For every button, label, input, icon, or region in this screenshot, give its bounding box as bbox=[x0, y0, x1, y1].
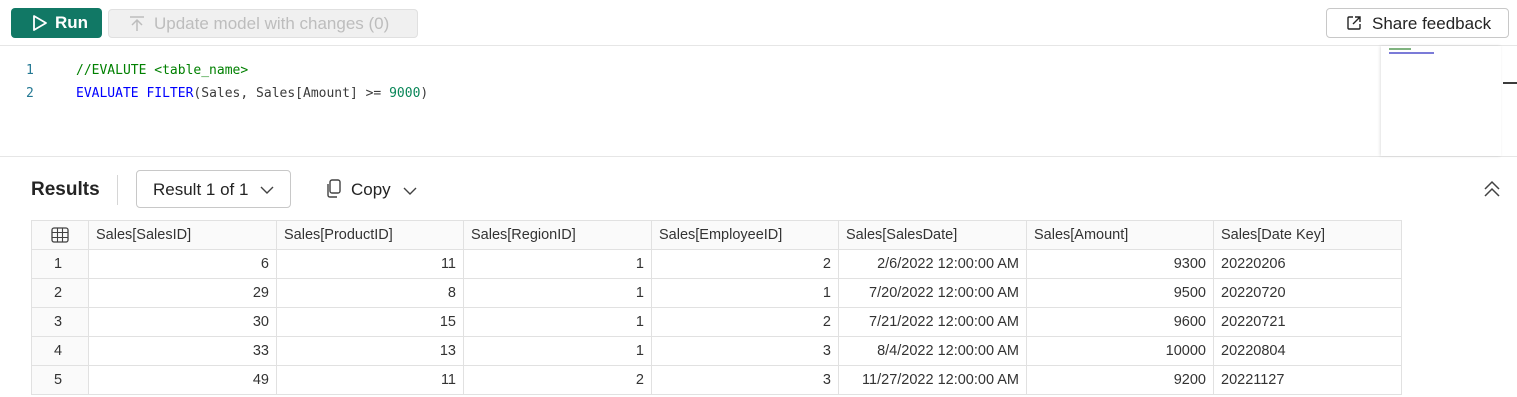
table-cell[interactable]: 20221127 bbox=[1213, 365, 1402, 395]
collapse-up-icon[interactable] bbox=[1482, 179, 1502, 199]
table-row[interactable]: 3 30 15 1 2 7/21/2022 12:00:00 AM 9600 20220721 bbox=[31, 307, 1402, 337]
column-header[interactable]: Sales[SalesID] bbox=[88, 220, 277, 250]
table-cell[interactable]: 20220721 bbox=[1213, 307, 1402, 337]
table-cell[interactable]: 1 bbox=[651, 278, 839, 308]
table-cell[interactable]: 13 bbox=[276, 336, 464, 366]
table-cell[interactable]: 8/4/2022 12:00:00 AM bbox=[838, 336, 1027, 366]
column-header[interactable]: Sales[Amount] bbox=[1026, 220, 1214, 250]
row-index: 5 bbox=[31, 365, 89, 395]
copy-label: Copy bbox=[351, 180, 391, 199]
table-header-row: Sales[SalesID] Sales[ProductID] Sales[Re… bbox=[31, 220, 1402, 250]
code-line[interactable]: //EVALUTE <table_name> bbox=[76, 60, 248, 82]
result-selector-dropdown[interactable]: Result 1 of 1 bbox=[136, 170, 291, 208]
chevron-down-icon bbox=[403, 187, 417, 195]
table-cell[interactable]: 15 bbox=[276, 307, 464, 337]
table-cell[interactable]: 10000 bbox=[1026, 336, 1214, 366]
minimap-line bbox=[1389, 52, 1434, 54]
share-feedback-button[interactable]: Share feedback bbox=[1326, 8, 1509, 38]
table-row[interactable]: 5 49 11 2 3 11/27/2022 12:00:00 AM 9200 2022112… bbox=[31, 365, 1402, 395]
table-cell[interactable]: 11 bbox=[276, 365, 464, 395]
results-header: Results Result 1 of 1 Copy bbox=[0, 157, 1517, 217]
table-cell[interactable]: 9200 bbox=[1026, 365, 1214, 395]
upload-icon bbox=[130, 16, 144, 31]
chevron-down-icon bbox=[260, 186, 274, 194]
line-number: 2 bbox=[26, 86, 34, 101]
divider bbox=[117, 175, 118, 205]
row-index: 3 bbox=[31, 307, 89, 337]
column-header[interactable]: Sales[SalesDate] bbox=[838, 220, 1027, 250]
minimap-line bbox=[1389, 48, 1411, 50]
table-cell[interactable]: 1 bbox=[463, 336, 652, 366]
table-cell[interactable]: 9600 bbox=[1026, 307, 1214, 337]
run-button[interactable]: Run bbox=[11, 8, 102, 38]
update-model-button[interactable]: Update model with changes (0) bbox=[108, 9, 418, 38]
row-index: 1 bbox=[31, 249, 89, 279]
table-cell[interactable]: 3 bbox=[651, 365, 839, 395]
table-cell[interactable]: 20220804 bbox=[1213, 336, 1402, 366]
table-cell[interactable]: 7/20/2022 12:00:00 AM bbox=[838, 278, 1027, 308]
copy-icon bbox=[327, 179, 341, 198]
table-cell[interactable]: 2 bbox=[651, 249, 839, 279]
table-row[interactable]: 1 6 11 1 2 2/6/2022 12:00:00 AM 9300 20220206 bbox=[31, 249, 1402, 279]
table-cell[interactable]: 30 bbox=[88, 307, 277, 337]
toolbar: Run Update model with changes (0) Share … bbox=[0, 0, 1517, 46]
share-feedback-label: Share feedback bbox=[1372, 14, 1492, 33]
table-cell[interactable]: 9300 bbox=[1026, 249, 1214, 279]
table-cell[interactable]: 6 bbox=[88, 249, 277, 279]
table-row[interactable]: 2 29 8 1 1 7/20/2022 12:00:00 AM 9500 20220720 bbox=[31, 278, 1402, 308]
query-editor[interactable]: 1 //EVALUTE <table_name> 2 EVALUATE FILT… bbox=[0, 46, 1517, 157]
column-header[interactable]: Sales[RegionID] bbox=[463, 220, 652, 250]
column-header[interactable]: Sales[EmployeeID] bbox=[651, 220, 839, 250]
table-cell[interactable]: 7/21/2022 12:00:00 AM bbox=[838, 307, 1027, 337]
code-line[interactable]: EVALUATE FILTER(Sales, Sales[Amount] >= … bbox=[76, 83, 428, 105]
scrollbar-marker bbox=[1503, 82, 1517, 84]
table-cell[interactable]: 2 bbox=[463, 365, 652, 395]
external-link-icon bbox=[1347, 16, 1361, 30]
row-index: 2 bbox=[31, 278, 89, 308]
table-corner-cell[interactable] bbox=[31, 220, 89, 250]
table-cell[interactable]: 49 bbox=[88, 365, 277, 395]
table-cell[interactable]: 8 bbox=[276, 278, 464, 308]
table-cell[interactable]: 1 bbox=[463, 278, 652, 308]
result-selector-label: Result 1 of 1 bbox=[153, 180, 249, 199]
table-grid-icon bbox=[51, 227, 69, 243]
table-cell[interactable]: 2/6/2022 12:00:00 AM bbox=[838, 249, 1027, 279]
copy-button[interactable]: Copy bbox=[323, 176, 423, 204]
column-header[interactable]: Sales[Date Key] bbox=[1213, 220, 1402, 250]
table-cell[interactable]: 20220206 bbox=[1213, 249, 1402, 279]
row-index: 4 bbox=[31, 336, 89, 366]
table-cell[interactable]: 9500 bbox=[1026, 278, 1214, 308]
table-cell[interactable]: 11 bbox=[276, 249, 464, 279]
table-cell[interactable]: 11/27/2022 12:00:00 AM bbox=[838, 365, 1027, 395]
table-cell[interactable]: 3 bbox=[651, 336, 839, 366]
table-cell[interactable]: 1 bbox=[463, 307, 652, 337]
play-icon bbox=[33, 15, 47, 31]
line-number: 1 bbox=[26, 63, 34, 78]
table-cell[interactable]: 29 bbox=[88, 278, 277, 308]
table-cell[interactable]: 1 bbox=[463, 249, 652, 279]
minimap[interactable] bbox=[1381, 46, 1501, 156]
table-cell[interactable]: 2 bbox=[651, 307, 839, 337]
table-row[interactable]: 4 33 13 1 3 8/4/2022 12:00:00 AM 10000 20220804 bbox=[31, 336, 1402, 366]
column-header[interactable]: Sales[ProductID] bbox=[276, 220, 464, 250]
update-model-label: Update model with changes (0) bbox=[154, 14, 390, 33]
run-button-label: Run bbox=[55, 13, 89, 32]
results-title: Results bbox=[31, 179, 100, 200]
results-table: Sales[SalesID] Sales[ProductID] Sales[Re… bbox=[31, 220, 1402, 395]
table-cell[interactable]: 33 bbox=[88, 336, 277, 366]
table-cell[interactable]: 20220720 bbox=[1213, 278, 1402, 308]
